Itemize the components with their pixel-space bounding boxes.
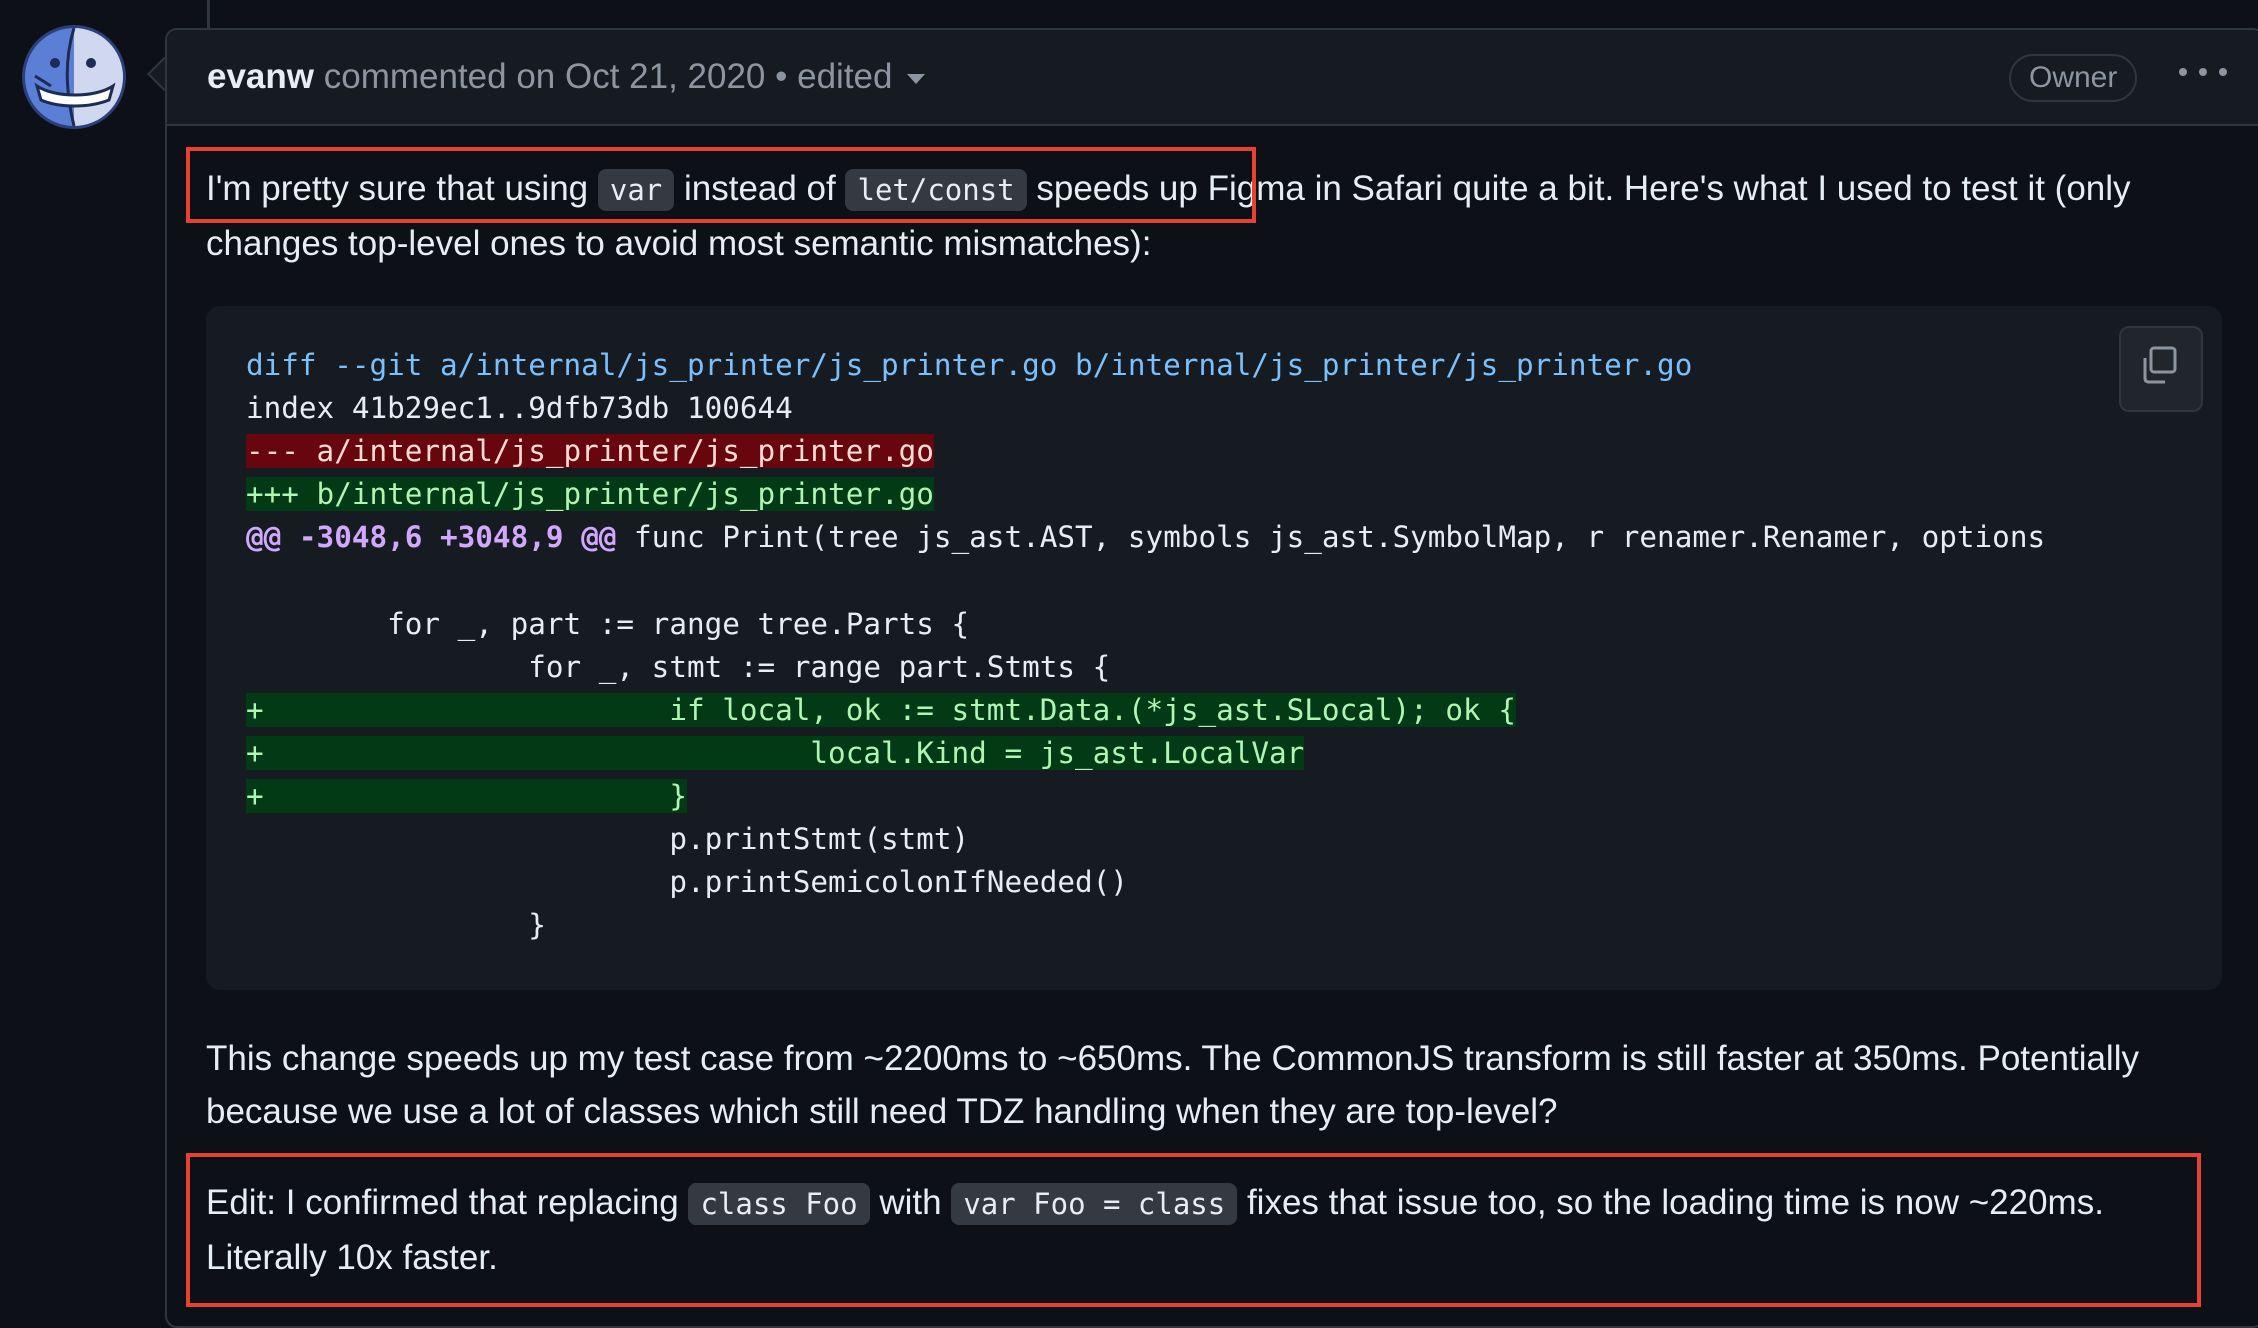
code-line-inserted-text: +++ b/internal/js_printer/js_printer.go bbox=[246, 477, 934, 512]
inline-code-var-foo-class: var Foo = class bbox=[951, 1183, 1238, 1225]
inline-code-var: var bbox=[597, 169, 675, 211]
code-block-content: diff --git a/internal/js_printer/js_prin… bbox=[246, 344, 2045, 947]
code-line-inserted-text: + local.Kind = js_ast.LocalVar bbox=[246, 735, 1305, 770]
body-paragraph-3: Edit: I confirmed that replacing class F… bbox=[206, 1176, 2226, 1284]
code-line-inserted: + if local, ok := stmt.Data.(*js_ast.SLo… bbox=[246, 689, 2045, 732]
p1-text-1: I'm pretty sure that using bbox=[206, 169, 598, 208]
p1-text-3: speeds up bbox=[1026, 169, 1198, 208]
meta-separator: • bbox=[775, 57, 788, 96]
inline-code-let-const: let/const bbox=[845, 169, 1027, 211]
code-line-inserted-text: + if local, ok := stmt.Data.(*js_ast.SLo… bbox=[246, 692, 1516, 727]
code-line-deleted-text: --- a/internal/js_printer/js_printer.go bbox=[246, 434, 934, 469]
finder-face-icon bbox=[34, 28, 123, 126]
code-line: index 41b29ec1..9dfb73db 100644 bbox=[246, 391, 793, 426]
hunk-header: @@ -3048,6 +3048,9 @@ bbox=[246, 520, 617, 555]
code-line: diff --git a/internal/js_printer/js_prin… bbox=[246, 348, 1693, 382]
edited-label[interactable]: edited bbox=[797, 57, 892, 96]
timeline-connector bbox=[207, 0, 210, 28]
p3-text-2: with bbox=[869, 1183, 952, 1222]
edited-menu[interactable]: edited bbox=[797, 57, 925, 96]
code-line: p.printSemicolonIfNeeded() bbox=[246, 865, 1128, 900]
body-paragraph-1: I'm pretty sure that using var instead o… bbox=[206, 162, 2246, 270]
kebab-dot bbox=[2219, 68, 2227, 76]
comment-header: evanw commented on Oct 21, 2020 • edited… bbox=[167, 30, 2258, 126]
code-line-hunk: @@ -3048,6 +3048,9 @@ func Print(tree js… bbox=[246, 516, 2045, 559]
code-line: } bbox=[246, 908, 546, 943]
inline-code-class-foo: class Foo bbox=[688, 1183, 870, 1225]
p3-text-1: Edit: I confirmed that replacing bbox=[206, 1183, 689, 1222]
author-link[interactable]: evanw bbox=[207, 57, 314, 96]
code-line: p.printStmt(stmt) bbox=[246, 822, 970, 857]
kebab-horizontal-icon bbox=[2179, 68, 2187, 76]
copy-icon bbox=[2143, 346, 2177, 384]
chevron-down-icon[interactable] bbox=[906, 73, 925, 84]
code-block: diff --git a/internal/js_printer/js_prin… bbox=[206, 306, 2222, 990]
avatar[interactable] bbox=[22, 25, 126, 129]
code-line-inserted-text: + } bbox=[246, 778, 687, 813]
comment-header-text: evanw commented on Oct 21, 2020 • edited bbox=[207, 57, 925, 97]
owner-badge: Owner bbox=[2009, 54, 2138, 102]
kebab-dot bbox=[2199, 68, 2207, 76]
code-line-inserted: + local.Kind = js_ast.LocalVar bbox=[246, 732, 2045, 775]
code-line: for _, stmt := range part.Stmts { bbox=[246, 649, 1111, 684]
copy-button[interactable] bbox=[2119, 326, 2203, 412]
code-line-deleted: --- a/internal/js_printer/js_printer.go bbox=[246, 430, 2045, 473]
more-options-button[interactable] bbox=[2167, 46, 2239, 96]
body-paragraph-2: This change speeds up my test case from … bbox=[206, 1039, 2139, 1131]
code-line-inserted: + } bbox=[246, 775, 2045, 818]
code-line-inserted: +++ b/internal/js_printer/js_printer.go bbox=[246, 473, 2045, 516]
hunk-context: func Print(tree js_ast.AST, symbols js_a… bbox=[616, 520, 2046, 555]
code-line: for _, part := range tree.Parts { bbox=[246, 606, 970, 641]
comment-meta[interactable]: commented on Oct 21, 2020 bbox=[324, 57, 766, 96]
p1-text-2: instead of bbox=[674, 169, 846, 208]
